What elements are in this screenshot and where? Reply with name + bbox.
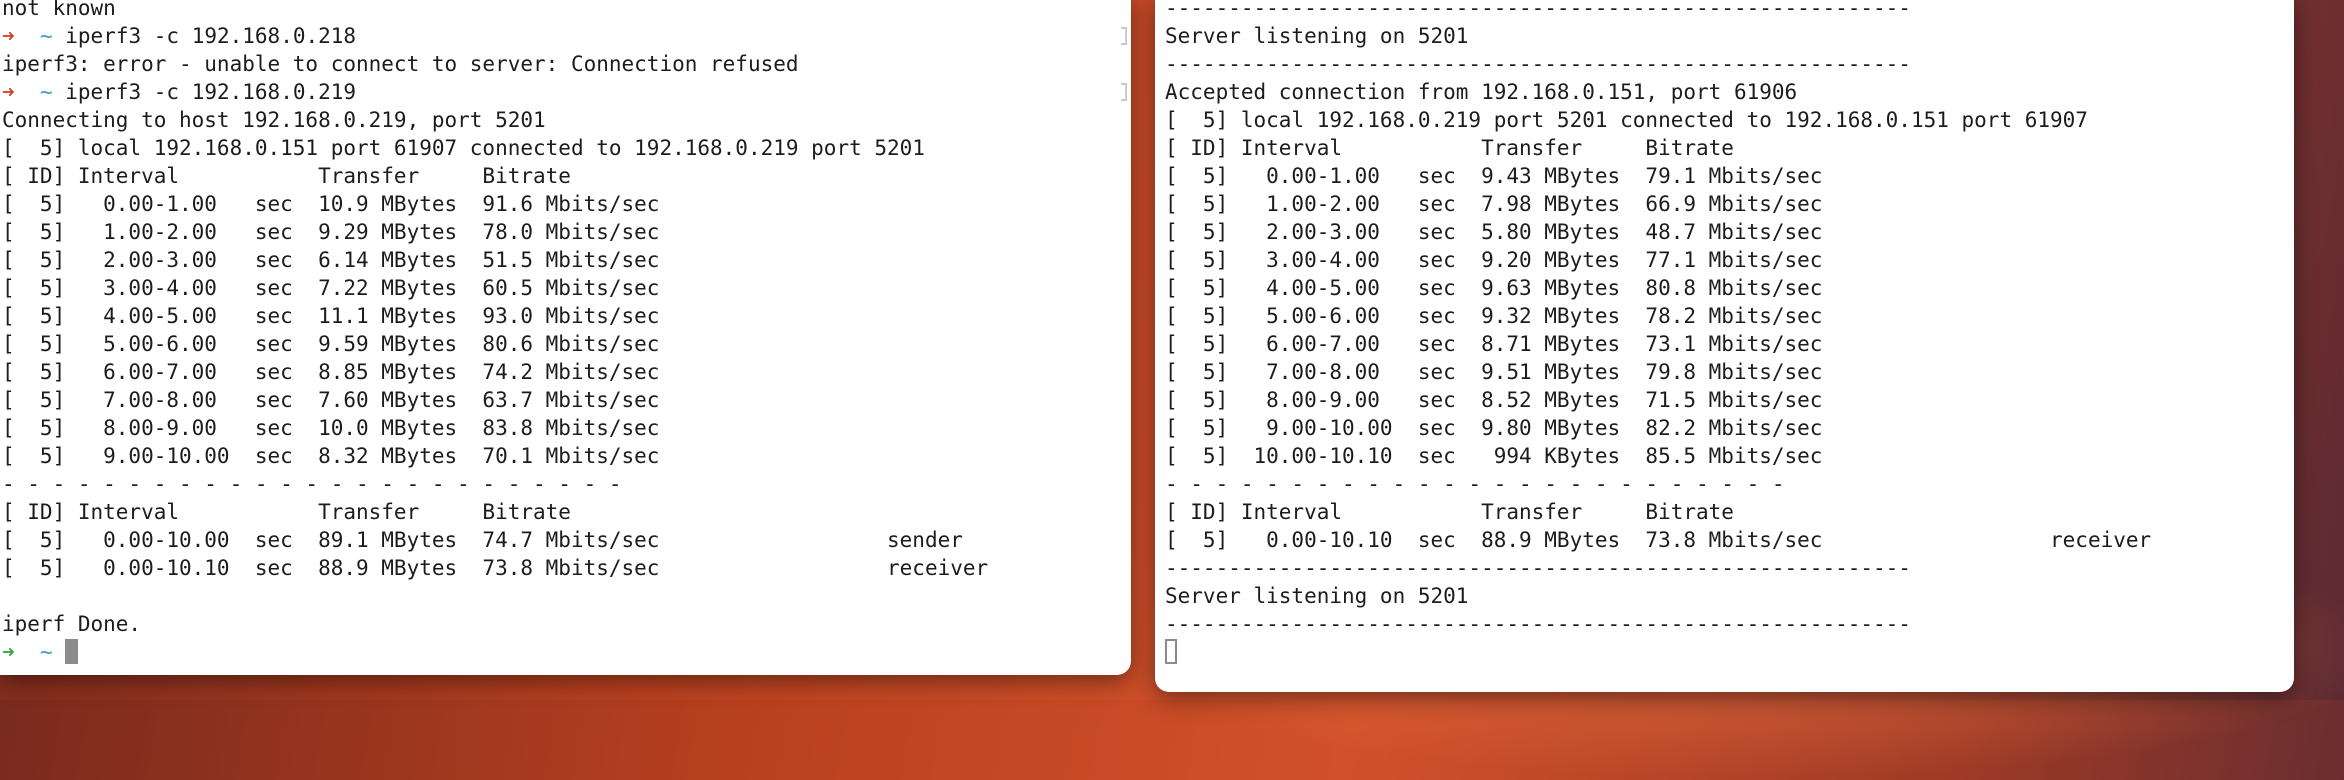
- prompt-line: ➜ ~: [2, 638, 1131, 666]
- output-line: [ 5] 10.00-10.10 sec 994 KBytes 85.5 Mbi…: [1165, 444, 1823, 468]
- output-line: [ 5] 5.00-6.00 sec 9.32 MBytes 78.2 Mbit…: [1165, 304, 1823, 328]
- terminal-window-server[interactable]: ----------------------------------------…: [1155, 0, 2294, 692]
- output-line: ----------------------------------------…: [1165, 52, 1911, 76]
- output-line: Connecting to host 192.168.0.219, port 5…: [2, 108, 546, 132]
- output-line: [ 5] local 192.168.0.151 port 61907 conn…: [2, 136, 925, 160]
- command-line: ➜ ~ iperf3 -c 192.168.0.219: [2, 78, 1131, 106]
- command-mark-icon: [1121, 27, 1127, 45]
- output-line: [ 5] 2.00-3.00 sec 5.80 MBytes 48.7 Mbit…: [1165, 220, 1823, 244]
- terminal-output[interactable]: ----------------------------------------…: [1165, 0, 2294, 692]
- output-line: ----------------------------------------…: [1165, 556, 1911, 580]
- text-cursor: [65, 639, 79, 664]
- output-line: iperf Done.: [2, 612, 142, 636]
- output-line: ----------------------------------------…: [1165, 0, 1911, 20]
- terminal-window-client[interactable]: not known ➜ ~ iperf3 -c 192.168.0.218 iper…: [0, 0, 1131, 675]
- output-line: [ 5] 3.00-4.00 sec 9.20 MBytes 77.1 Mbit…: [1165, 248, 1823, 272]
- output-line: - - - - - - - - - - - - - - - - - - - - …: [2, 472, 622, 496]
- prompt-arrow-icon: ➜: [2, 24, 15, 48]
- command-text: iperf3 -c 192.168.0.218: [65, 24, 357, 48]
- output-line: [ 5] 0.00-1.00 sec 9.43 MBytes 79.1 Mbit…: [1165, 164, 1823, 188]
- output-line: Server listening on 5201: [1165, 24, 1469, 48]
- output-line: [ 5] 9.00-10.00 sec 9.80 MBytes 82.2 Mbi…: [1165, 416, 1823, 440]
- command-text: iperf3 -c 192.168.0.219: [65, 80, 357, 104]
- output-line: [ 5] 3.00-4.00 sec 7.22 MBytes 60.5 Mbit…: [2, 276, 660, 300]
- output-line: [ ID] Interval Transfer Bitrate: [2, 500, 571, 524]
- prompt-directory: ~: [39, 80, 53, 104]
- output-line: Server listening on 5201: [1165, 584, 1469, 608]
- output-line: [ 5] 9.00-10.00 sec 8.32 MBytes 70.1 Mbi…: [2, 444, 660, 468]
- output-line: [ 5] 7.00-8.00 sec 9.51 MBytes 79.8 Mbit…: [1165, 360, 1823, 384]
- output-line: [ 5] 6.00-7.00 sec 8.71 MBytes 73.1 Mbit…: [1165, 332, 1823, 356]
- command-mark-icon: [1121, 83, 1127, 101]
- text-cursor: [1165, 639, 1177, 664]
- output-line: [ 5] 8.00-9.00 sec 10.0 MBytes 83.8 Mbit…: [2, 416, 660, 440]
- output-line: [ 5] 0.00-1.00 sec 10.9 MBytes 91.6 Mbit…: [2, 192, 660, 216]
- output-line: [ 5] 1.00-2.00 sec 9.29 MBytes 78.0 Mbit…: [2, 220, 660, 244]
- output-line: [ 5] 5.00-6.00 sec 9.59 MBytes 80.6 Mbit…: [2, 332, 660, 356]
- output-line: [ 5] 8.00-9.00 sec 8.52 MBytes 71.5 Mbit…: [1165, 388, 1823, 412]
- output-line: [ 5] 4.00-5.00 sec 11.1 MBytes 93.0 Mbit…: [2, 304, 660, 328]
- output-line: Accepted connection from 192.168.0.151, …: [1165, 80, 1798, 104]
- output-line: [ 5] 0.00-10.00 sec 89.1 MBytes 74.7 Mbi…: [2, 528, 963, 552]
- output-line: [ ID] Interval Transfer Bitrate: [1165, 500, 1734, 524]
- prompt-directory: ~: [39, 24, 53, 48]
- output-line: [ 5] 1.00-2.00 sec 7.98 MBytes 66.9 Mbit…: [1165, 192, 1823, 216]
- input-line: [1165, 638, 2294, 666]
- prompt-directory: ~: [39, 640, 53, 664]
- output-line: [ 5] local 192.168.0.219 port 5201 conne…: [1165, 108, 2088, 132]
- output-line: [ 5] 4.00-5.00 sec 9.63 MBytes 80.8 Mbit…: [1165, 276, 1823, 300]
- output-line: iperf3: error - unable to connect to ser…: [2, 52, 799, 76]
- output-line: [ 5] 0.00-10.10 sec 88.9 MBytes 73.8 Mbi…: [2, 556, 989, 580]
- output-line: ----------------------------------------…: [1165, 612, 1911, 636]
- output-line: [ 5] 2.00-3.00 sec 6.14 MBytes 51.5 Mbit…: [2, 248, 660, 272]
- output-line: [ ID] Interval Transfer Bitrate: [2, 164, 571, 188]
- command-line: ➜ ~ iperf3 -c 192.168.0.218: [2, 22, 1131, 50]
- output-line: [ ID] Interval Transfer Bitrate: [1165, 136, 1734, 160]
- output-line: [ 5] 7.00-8.00 sec 7.60 MBytes 63.7 Mbit…: [2, 388, 660, 412]
- output-line: not known: [2, 0, 116, 20]
- prompt-arrow-icon: ➜: [2, 640, 15, 664]
- prompt-arrow-icon: ➜: [2, 80, 15, 104]
- output-line: [ 5] 0.00-10.10 sec 88.9 MBytes 73.8 Mbi…: [1165, 528, 2152, 552]
- terminal-output[interactable]: not known ➜ ~ iperf3 -c 192.168.0.218 iper…: [2, 0, 1131, 675]
- output-line: - - - - - - - - - - - - - - - - - - - - …: [1165, 472, 1785, 496]
- output-line: [ 5] 6.00-7.00 sec 8.85 MBytes 74.2 Mbit…: [2, 360, 660, 384]
